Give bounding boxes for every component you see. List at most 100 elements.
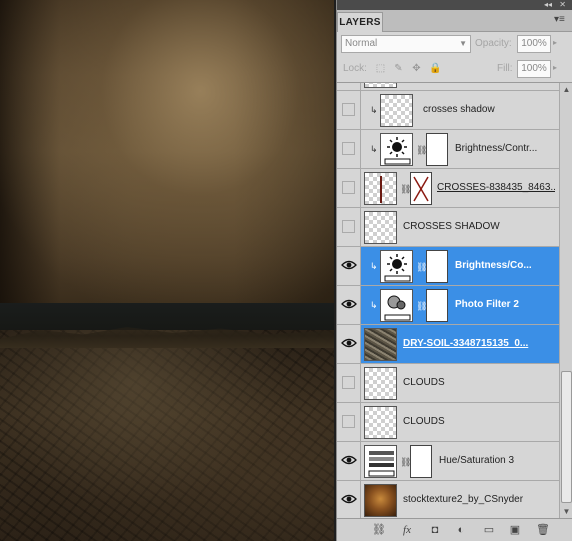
brightness-icon <box>384 137 411 165</box>
texture-thumbnail <box>364 484 397 517</box>
visibility-off-box <box>342 376 355 389</box>
layer-name: CROSSES SHADOW <box>403 221 500 232</box>
layer-row[interactable]: CLOUDS <box>337 364 559 403</box>
hue-saturation-icon <box>368 451 395 477</box>
layer-row[interactable]: stocktexture2_by_CSnyder <box>337 481 559 518</box>
layers-panel-footer: ⛓ fx ◘ ◐ ▭ ▣ 🗑 <box>337 518 572 541</box>
document-canvas[interactable] <box>0 0 334 541</box>
new-group-icon[interactable]: ▭ <box>481 523 497 537</box>
layer-row[interactable]: ⛓ CROSSES-838435_8463... <box>337 169 559 208</box>
chevron-down-icon: ▼ <box>459 39 467 48</box>
add-mask-icon[interactable]: ◘ <box>427 523 443 537</box>
layer-name: CLOUDS <box>403 377 445 388</box>
layer-mask-thumbnail <box>410 445 432 478</box>
layer-name: CROSSES-838435_8463... <box>437 182 555 193</box>
layer-thumbnail <box>364 406 397 439</box>
scroll-thumb[interactable] <box>561 371 572 503</box>
layer-name: CLOUDS <box>403 416 445 427</box>
visibility-toggle[interactable] <box>337 442 361 480</box>
collapse-panel-icon[interactable]: ◂◂ <box>544 1 552 9</box>
visibility-off-box <box>342 220 355 233</box>
fx-icon[interactable]: fx <box>399 523 415 537</box>
trash-icon[interactable]: 🗑 <box>535 523 551 537</box>
layer-row[interactable]: CROSSES SHADOW <box>337 208 559 247</box>
photo-filter-icon <box>384 295 411 321</box>
visibility-toggle[interactable] <box>337 286 361 324</box>
visibility-toggle[interactable] <box>337 325 361 363</box>
visibility-toggle[interactable] <box>337 208 361 246</box>
visibility-toggle[interactable] <box>337 481 361 518</box>
canvas-sky-texture <box>0 0 334 303</box>
panel-title-strip: ◂◂ ✕ <box>337 0 572 10</box>
layer-name: Photo Filter 2 <box>455 299 519 310</box>
scroll-down-arrow-icon[interactable]: ▼ <box>560 505 572 518</box>
lock-position-icon[interactable]: ✥ <box>411 63 422 74</box>
fill-slider-arrow-icon[interactable]: ▸ <box>553 63 557 72</box>
photo-filter-adjustment-thumbnail <box>380 289 413 322</box>
lock-options-row: Lock: ⬚ ✎ ✥ 🔒 Fill: 100% ▸ <box>337 57 572 82</box>
clip-arrow-icon: ↳ <box>370 300 378 310</box>
adjustment-layer-icon[interactable]: ◐ <box>453 523 469 537</box>
layer-thumbnail <box>380 94 413 127</box>
layer-mask-thumbnail <box>426 250 448 283</box>
opacity-slider-arrow-icon[interactable]: ▸ <box>553 38 557 47</box>
blend-options-row: Normal ▼ Opacity: 100% ▸ <box>337 32 572 57</box>
new-layer-icon[interactable]: ▣ <box>507 523 523 537</box>
lock-all-icon[interactable]: 🔒 <box>429 63 441 74</box>
layers-scrollbar[interactable]: ▲ ▼ <box>559 83 572 518</box>
visibility-off-box <box>342 142 355 155</box>
layer-row-selected[interactable]: ↳ ⛓ Photo Filter 2 <box>337 286 559 325</box>
fill-label: Fill: <box>497 63 513 74</box>
clip-arrow-icon: ↳ <box>370 261 378 271</box>
smart-object-thumbnail <box>364 172 397 205</box>
layer-row[interactable]: ↳ ⛓ Brightness/Contr... <box>337 130 559 169</box>
lock-image-icon[interactable]: ✎ <box>393 63 404 74</box>
layer-name: Hue/Saturation 3 <box>439 455 515 466</box>
layer-name: DRY-SOIL-3348715135_0... <box>403 338 529 349</box>
tab-layers[interactable]: LAYERS <box>337 12 383 32</box>
layer-thumbnail <box>364 367 397 400</box>
panel-menu-icon[interactable]: ▾≡ <box>554 15 566 27</box>
layer-name: Brightness/Co... <box>455 260 532 271</box>
brightness-icon <box>384 254 411 282</box>
layer-name: Brightness/Contr... <box>455 143 538 154</box>
eye-icon <box>341 494 357 504</box>
fill-input[interactable]: 100% <box>517 60 551 78</box>
opacity-input[interactable]: 100% <box>517 35 551 53</box>
visibility-toggle[interactable] <box>337 364 361 402</box>
clip-arrow-icon: ↳ <box>370 144 378 154</box>
layer-row-selected[interactable]: DRY-SOIL-3348715135_0... <box>337 325 559 364</box>
scroll-up-arrow-icon[interactable]: ▲ <box>560 83 572 97</box>
eye-icon <box>341 338 357 348</box>
opacity-label: Opacity: <box>475 38 512 49</box>
layer-mask-thumbnail <box>426 289 448 322</box>
visibility-toggle[interactable] <box>337 247 361 285</box>
layer-row[interactable]: ⛓ Hue/Saturation 3 <box>337 442 559 481</box>
link-layers-icon[interactable]: ⛓ <box>371 523 387 537</box>
lock-label: Lock: <box>343 63 367 74</box>
blend-mode-value: Normal <box>345 38 378 49</box>
eye-icon <box>341 455 357 465</box>
layer-row-selected[interactable]: ↳ ⛓ Brightness/Co... <box>337 247 559 286</box>
cross-shape-icon <box>380 176 382 203</box>
visibility-toggle[interactable] <box>337 130 361 168</box>
visibility-toggle[interactable] <box>337 91 361 129</box>
layers-panel: ◂◂ ✕ LAYERS ▾≡ Normal ▼ Opacity: 100% ▸ … <box>336 0 572 541</box>
layer-mask-thumbnail <box>426 133 448 166</box>
layer-thumbnail <box>364 211 397 244</box>
lock-transparent-icon[interactable]: ⬚ <box>375 63 386 74</box>
vector-mask-thumbnail <box>410 172 432 205</box>
close-panel-icon[interactable]: ✕ <box>559 1 566 9</box>
canvas-dry-soil <box>0 330 334 541</box>
visibility-off-box <box>342 415 355 428</box>
layer-row-partial[interactable] <box>337 83 559 91</box>
visibility-toggle[interactable] <box>337 169 361 207</box>
layer-name: stocktexture2_by_CSnyder <box>403 494 524 505</box>
layers-list: ↳ crosses shadow ↳ ⛓ Brightness/Contr... <box>337 82 572 518</box>
visibility-toggle[interactable] <box>337 83 361 90</box>
layer-row[interactable]: CLOUDS <box>337 403 559 442</box>
blend-mode-select[interactable]: Normal ▼ <box>341 35 471 53</box>
visibility-toggle[interactable] <box>337 403 361 441</box>
layer-row[interactable]: ↳ crosses shadow <box>337 91 559 130</box>
visibility-off-box <box>342 181 355 194</box>
